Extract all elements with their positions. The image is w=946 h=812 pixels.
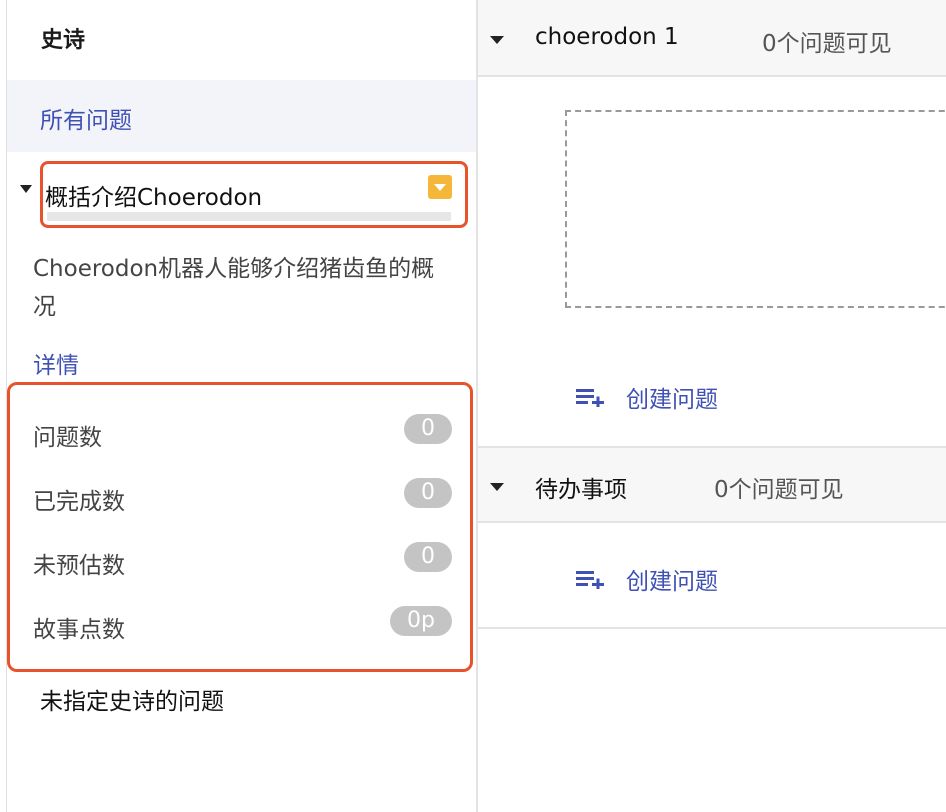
epic-details-link[interactable]: 详情 (33, 346, 79, 380)
epic-collapse-caret-icon[interactable] (20, 185, 32, 193)
sprint-title: choerodon 1 (535, 24, 679, 50)
all-issues-label: 所有问题 (40, 108, 132, 134)
stat-done-count-badge: 0 (404, 478, 452, 508)
unassigned-issues-item[interactable]: 未指定史诗的问题 (40, 682, 224, 716)
backlog-main: choerodon 1 0个问题可见 创建问题 待办事项 0个问题可见 创建问题 (478, 0, 946, 812)
divider (478, 627, 946, 629)
sprint-issue-count: 0个问题可见 (762, 31, 892, 57)
create-issue-label: 创建问题 (626, 387, 718, 413)
all-issues-item[interactable]: 所有问题 (7, 80, 476, 152)
divider (478, 75, 946, 77)
backlog-issue-count: 0个问题可见 (714, 477, 844, 503)
divider (478, 521, 946, 523)
backlog-header[interactable]: 待办事项 0个问题可见 (478, 448, 946, 523)
backlog-collapse-caret-icon[interactable] (490, 483, 504, 491)
stat-story-points-badge: 0p (390, 606, 452, 636)
epic-sidebar: 史诗 所有问题 概括介绍Choerodon Choerodon机器人能够介绍猪齿… (7, 0, 476, 812)
stat-issue-count-label: 问题数 (33, 425, 102, 451)
backlog-title: 待办事项 (535, 477, 627, 503)
epic-dropdown-icon[interactable] (428, 175, 452, 199)
sprint-collapse-caret-icon[interactable] (490, 36, 504, 44)
create-issue-label: 创建问题 (626, 569, 718, 595)
stat-story-points-label: 故事点数 (33, 617, 125, 643)
create-issue-icon (576, 389, 604, 407)
stat-unestimated-count-label: 未预估数 (33, 553, 125, 579)
epic-name[interactable]: 概括介绍Choerodon (45, 178, 262, 212)
sidebar-title: 史诗 (41, 28, 86, 53)
stat-issue-count-badge: 0 (404, 414, 452, 444)
stat-unestimated-count-badge: 0 (404, 542, 452, 572)
epic-description: Choerodon机器人能够介绍猪齿鱼的概况 (33, 256, 435, 320)
sprint-header[interactable]: choerodon 1 0个问题可见 (478, 0, 946, 75)
stat-done-count-label: 已完成数 (33, 489, 125, 515)
epic-progress-bar (47, 212, 451, 221)
create-issue-icon (576, 571, 604, 589)
issue-drop-zone[interactable] (565, 110, 946, 308)
